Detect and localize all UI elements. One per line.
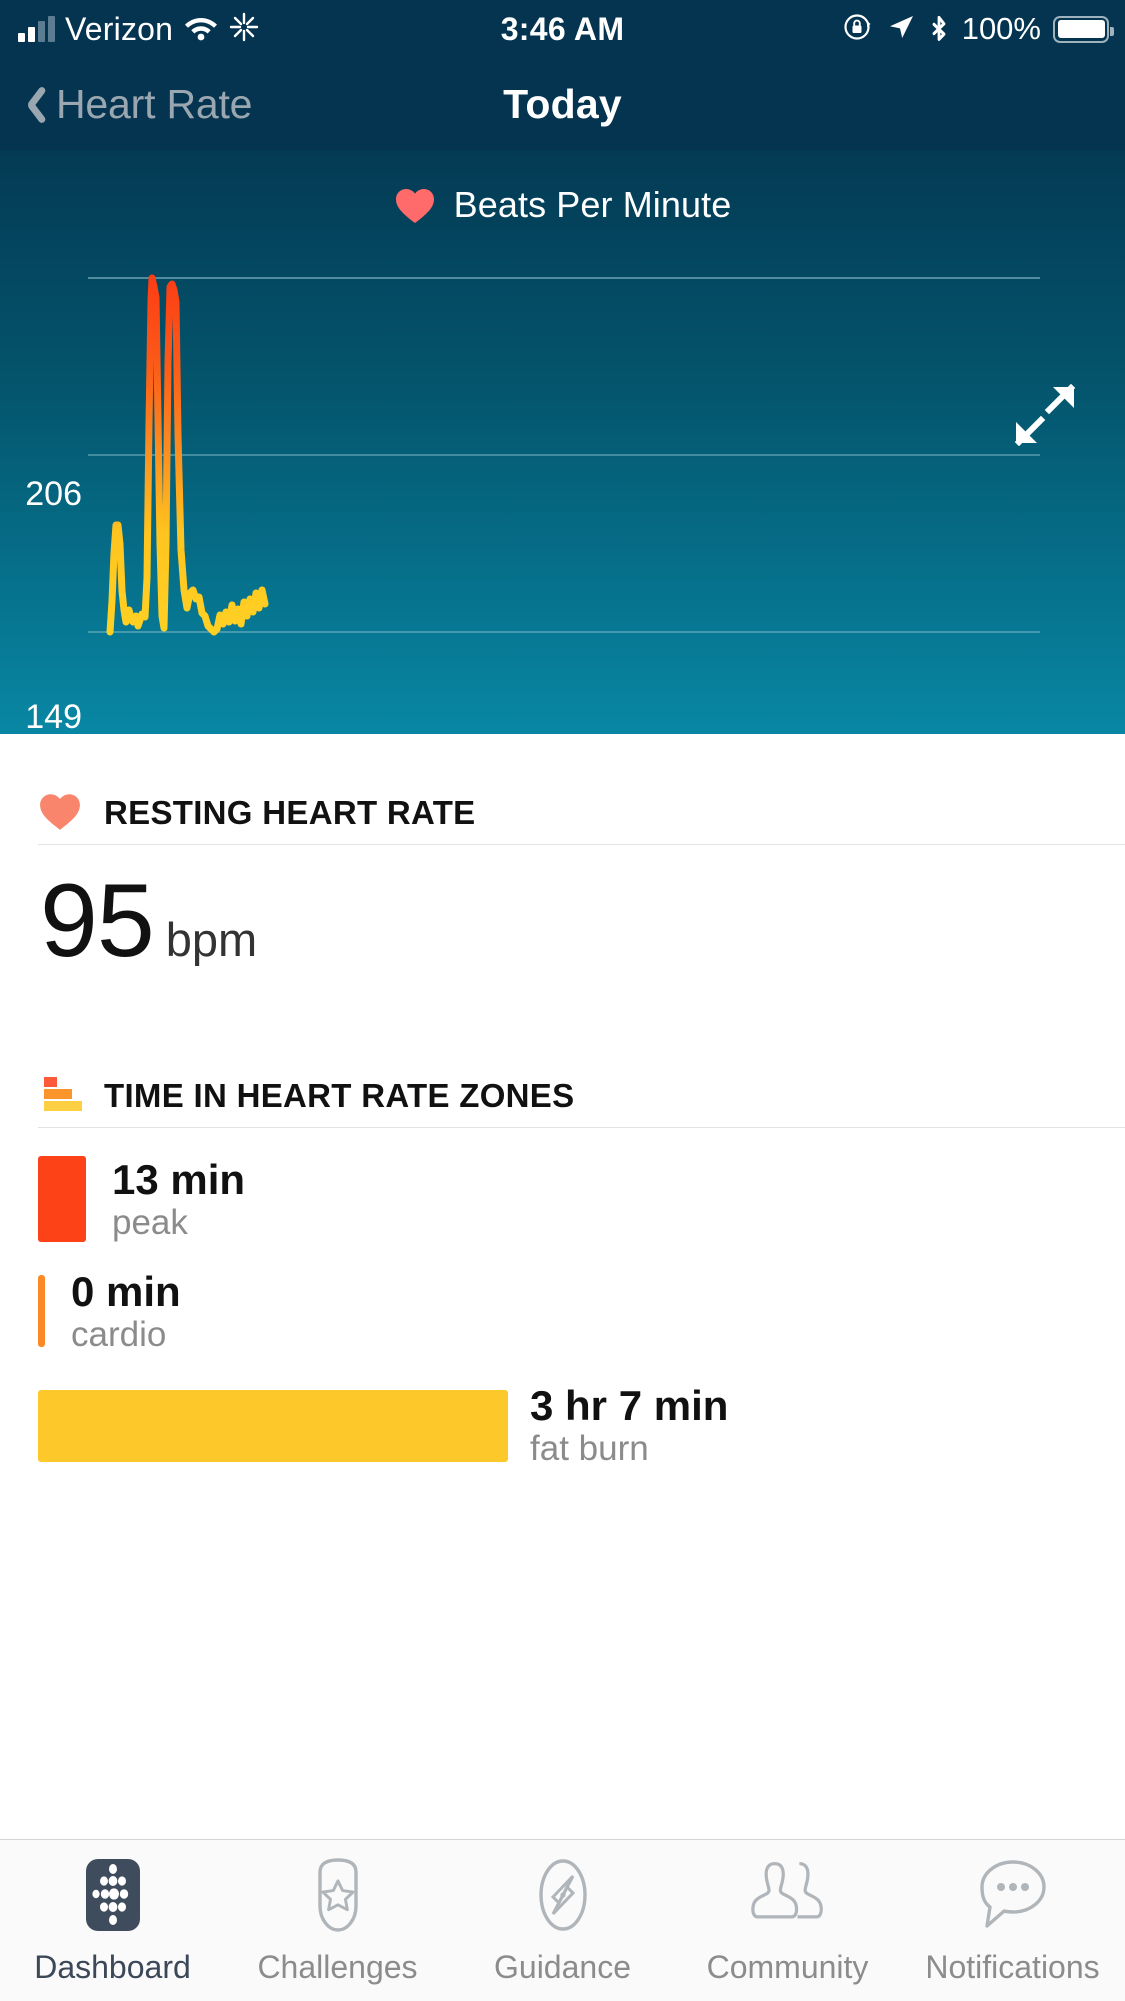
heart-rate-zones-section: TIME IN HEART RATE ZONES 13 min peak 0 m… <box>0 1065 1125 1469</box>
heart-rate-zones-header: TIME IN HEART RATE ZONES <box>0 1065 1125 1127</box>
bluetooth-icon <box>928 10 950 49</box>
heart-rate-chart-card: Beats Per Minute 206 149 <box>0 150 1125 734</box>
zone-time-cardio: 0 min <box>71 1268 181 1315</box>
resting-heart-rate-label: RESTING HEART RATE <box>104 794 475 832</box>
zone-text-fat-burn: 3 hr 7 min fat burn <box>530 1382 728 1468</box>
resting-heart-rate-value: 95 <box>40 869 154 973</box>
location-arrow-icon <box>886 12 916 47</box>
tab-label-dashboard: Dashboard <box>34 1949 191 1986</box>
tab-challenges[interactable]: Challenges <box>225 1840 450 2001</box>
resting-heart-rate-header: RESTING HEART RATE <box>0 782 1125 844</box>
zone-text-cardio: 0 min cardio <box>71 1268 181 1354</box>
zone-name-peak: peak <box>112 1203 245 1242</box>
zone-bar-fat-burn <box>38 1390 508 1462</box>
bottom-tab-bar: Dashboard Challenges Guidance <box>0 1839 1125 2001</box>
zone-name-cardio: cardio <box>71 1315 181 1354</box>
zone-row-fat-burn: 3 hr 7 min fat burn <box>0 1382 1125 1468</box>
dashboard-dots-icon <box>75 1855 151 1935</box>
compass-icon <box>525 1855 601 1935</box>
zone-name-fat-burn: fat burn <box>530 1429 728 1468</box>
bar-stack-icon <box>38 1072 82 1121</box>
divider <box>38 844 1125 845</box>
tab-label-notifications: Notifications <box>925 1949 1099 1986</box>
zone-time-fat-burn: 3 hr 7 min <box>530 1382 728 1429</box>
chat-bubble-icon <box>975 1855 1051 1935</box>
tab-label-guidance: Guidance <box>494 1949 631 1986</box>
page-title: Today <box>0 58 1125 150</box>
battery-percent-label: 100% <box>962 11 1041 47</box>
battery-icon <box>1053 16 1109 43</box>
zone-row-peak: 13 min peak <box>0 1156 1125 1242</box>
status-bar-right: 100% <box>842 0 1109 58</box>
rotation-lock-icon <box>842 11 874 48</box>
tab-guidance[interactable]: Guidance <box>450 1840 675 2001</box>
zone-row-cardio: 0 min cardio <box>0 1268 1125 1354</box>
tab-label-challenges: Challenges <box>257 1949 417 1986</box>
zone-text-peak: 13 min peak <box>112 1156 245 1242</box>
content-area: RESTING HEART RATE 95 bpm TIME IN HEART … <box>0 734 1125 1839</box>
tab-dashboard[interactable]: Dashboard <box>0 1840 225 2001</box>
heart-icon <box>38 791 82 836</box>
tab-label-community: Community <box>707 1949 869 1986</box>
resting-heart-rate-unit: bpm <box>166 912 257 967</box>
heart-rate-zones-label: TIME IN HEART RATE ZONES <box>104 1077 574 1115</box>
heart-rate-line-chart <box>0 150 1125 734</box>
resting-heart-rate-value-row: 95 bpm <box>0 869 1125 973</box>
zone-time-peak: 13 min <box>112 1156 245 1203</box>
clock-label: 3:46 AM <box>501 11 625 48</box>
nav-bar: Heart Rate Today <box>0 58 1125 150</box>
y-axis-tick-149: 149 <box>0 698 82 734</box>
y-axis-tick-206: 206 <box>0 475 82 514</box>
divider <box>38 1127 1125 1128</box>
resting-heart-rate-section: RESTING HEART RATE 95 bpm <box>0 734 1125 973</box>
zone-bar-cardio <box>38 1275 45 1347</box>
people-icon <box>750 1855 826 1935</box>
status-bar: Verizon 3:46 AM 100% <box>0 0 1125 58</box>
zone-bar-peak <box>38 1156 86 1242</box>
tab-notifications[interactable]: Notifications <box>900 1840 1125 2001</box>
tab-community[interactable]: Community <box>675 1840 900 2001</box>
star-shield-icon <box>300 1855 376 1935</box>
